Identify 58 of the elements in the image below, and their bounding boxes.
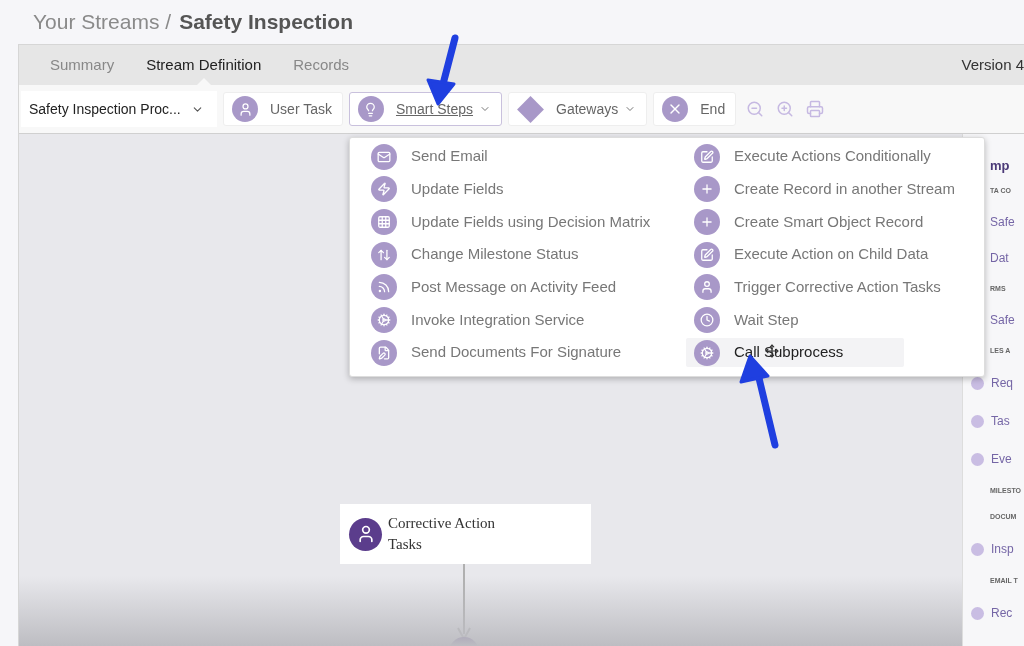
menu-item[interactable]: Invoke Integration Service (363, 305, 585, 335)
sidebar-link[interactable]: Insp (991, 540, 1014, 558)
edit-icon (694, 241, 720, 268)
menu-item[interactable]: Execute Action on Child Data (686, 240, 929, 270)
menu-item[interactable]: Update Fields using Decision Matrix (363, 207, 651, 237)
clock-icon (694, 306, 720, 333)
sidebar-link[interactable]: Safe (990, 213, 1015, 231)
task-node[interactable]: Corrective Action Tasks (340, 504, 591, 564)
envelope-icon (371, 143, 397, 170)
gears-icon (694, 339, 720, 366)
zoom-in-icon[interactable] (776, 100, 795, 118)
sidebar-link[interactable]: Req (991, 374, 1013, 392)
menu-item[interactable]: Execute Actions Conditionally (686, 142, 931, 171)
plus-icon (694, 208, 720, 235)
feed-icon (371, 274, 397, 301)
menu-item[interactable]: Post Message on Activity Feed (363, 272, 617, 302)
annotation-arrow (426, 34, 459, 106)
sidebar-link[interactable]: Rec (991, 604, 1013, 622)
menu-item[interactable]: Call Subprocess (686, 338, 904, 368)
sidebar-link[interactable]: Tas (991, 412, 1010, 430)
gears-icon (371, 306, 397, 333)
sidebar-link[interactable]: Safe (990, 311, 1015, 329)
person-icon (232, 96, 258, 122)
toolbar-button[interactable]: User Task (223, 92, 343, 126)
document-icon (371, 339, 397, 366)
menu-item[interactable]: Create Smart Object Record (686, 207, 924, 237)
edit-icon (694, 143, 720, 170)
panel-title: mp (990, 157, 1010, 176)
sidebar-link[interactable]: Dat (990, 249, 1009, 267)
tab[interactable]: Summary (34, 45, 131, 85)
node-label: Corrective Action Tasks (388, 514, 497, 554)
menu-item[interactable]: Send Documents For Signature (363, 338, 622, 368)
grid-icon (371, 208, 397, 235)
plus-icon (694, 176, 720, 203)
version-label: Version 4 (961, 54, 1024, 75)
toolbar-button[interactable]: Smart Steps (349, 92, 502, 126)
menu-item[interactable]: Wait Step (686, 305, 904, 335)
tab[interactable]: Records (277, 45, 366, 85)
menu-item[interactable]: Trigger Corrective Action Tasks (686, 272, 941, 302)
toolbar-button[interactable]: End (653, 92, 737, 126)
person-icon (349, 517, 382, 551)
lightning-icon (371, 176, 397, 203)
toolbar-button[interactable]: Gateways (508, 92, 648, 126)
menu-item[interactable]: Update Fields (363, 174, 581, 204)
person-icon (694, 274, 720, 301)
process-select[interactable]: Safety Inspection Proc... (21, 91, 217, 127)
print-icon[interactable] (806, 100, 825, 118)
lightbulb-icon (358, 96, 384, 122)
close-icon (662, 96, 689, 122)
page-title: Safety Inspection (179, 9, 353, 36)
menu-item[interactable]: Send Email (363, 142, 581, 171)
sidebar-link[interactable]: Eve (991, 450, 1012, 468)
breadcrumb-link[interactable]: Your Streams / (33, 6, 172, 38)
menu-item[interactable]: Create Record in another Stream (686, 174, 955, 204)
menu-item[interactable]: Change Milestone Status (363, 240, 581, 270)
zoom-out-icon[interactable] (746, 100, 765, 118)
up-down-arrows-icon (371, 241, 397, 268)
move-cursor-icon (765, 344, 779, 359)
